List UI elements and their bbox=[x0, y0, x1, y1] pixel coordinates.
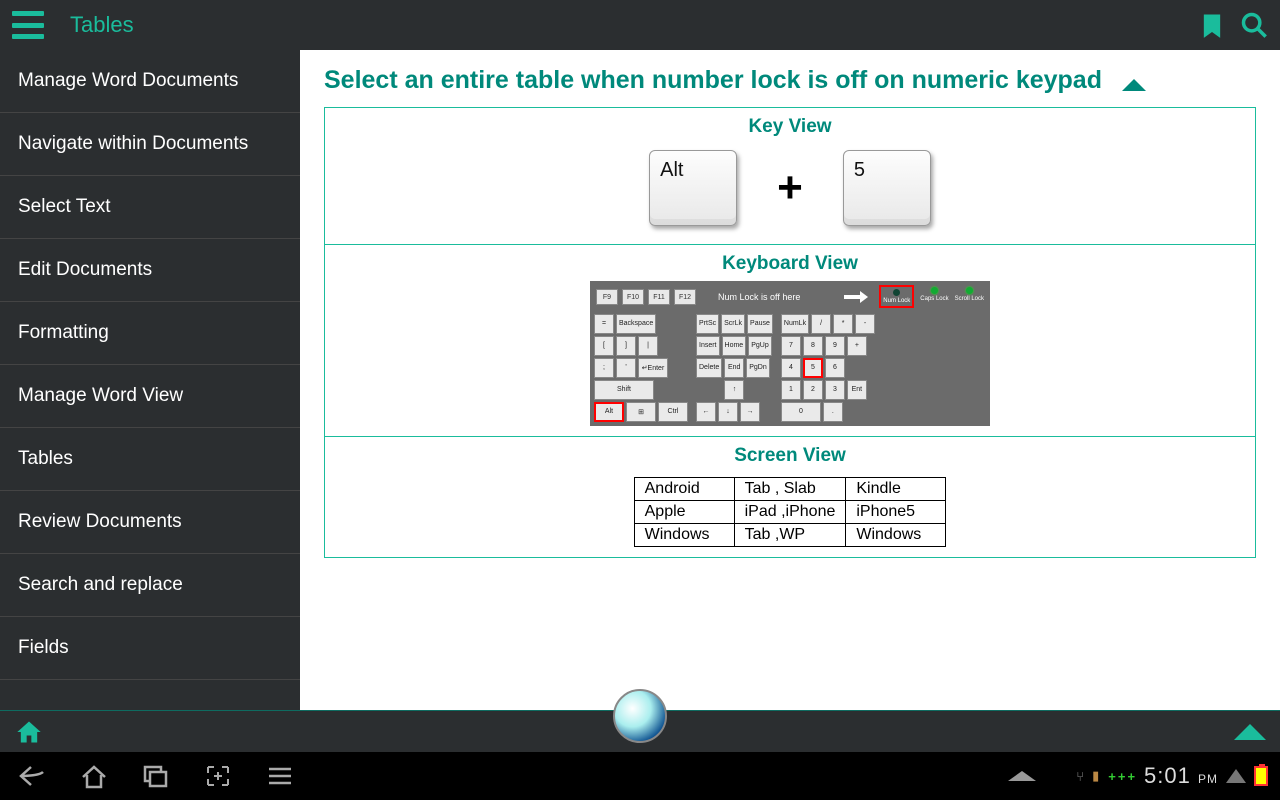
wifi-icon bbox=[1226, 769, 1246, 783]
sidebar-item[interactable]: Manage Word View bbox=[0, 365, 300, 428]
home-button[interactable] bbox=[74, 756, 114, 796]
sd-icon: ▮ bbox=[1092, 768, 1099, 784]
fkey: F12 bbox=[674, 289, 696, 305]
sidebar-item[interactable]: Review Documents bbox=[0, 491, 300, 554]
clock: 5:01 PM bbox=[1144, 763, 1218, 789]
sidebar-item[interactable]: Tables bbox=[0, 428, 300, 491]
fkey: F10 bbox=[622, 289, 644, 305]
keyboard-diagram: F9 F10 F11 F12 Num Lock is off here Num … bbox=[590, 281, 990, 426]
capslock-led: Caps Lock bbox=[920, 287, 948, 308]
fkey: F9 bbox=[596, 289, 618, 305]
numlock-led: Num Lock bbox=[879, 285, 914, 308]
sidebar-item[interactable]: Search and replace bbox=[0, 554, 300, 617]
center-orb-button[interactable] bbox=[613, 689, 667, 743]
system-navbar: ⑂ ▮ +++ 5:01 PM bbox=[0, 752, 1280, 800]
screenshot-button[interactable] bbox=[198, 756, 238, 796]
sidebar-item[interactable]: Formatting bbox=[0, 302, 300, 365]
keyboardview-header: Keyboard View bbox=[325, 245, 1255, 281]
battery-icon bbox=[1254, 766, 1268, 786]
keyview-header: Key View bbox=[325, 108, 1255, 144]
sys-expand-icon[interactable] bbox=[1008, 771, 1036, 781]
collapse-icon[interactable] bbox=[1122, 79, 1146, 91]
fkey: F11 bbox=[648, 289, 670, 305]
bookmark-icon[interactable] bbox=[1198, 11, 1226, 39]
app-bottom-bar bbox=[0, 710, 1280, 752]
recent-apps-button[interactable] bbox=[136, 756, 176, 796]
keycap-alt: Alt bbox=[649, 150, 737, 226]
content-pane: Select an entire table when number lock … bbox=[300, 50, 1280, 710]
sys-menu-button[interactable] bbox=[260, 756, 300, 796]
expand-up-icon[interactable] bbox=[1234, 724, 1266, 740]
sidebar-item[interactable]: Select Text bbox=[0, 176, 300, 239]
arrow-icon bbox=[844, 292, 866, 302]
plus-symbol: + bbox=[777, 163, 803, 213]
content-title: Select an entire table when number lock … bbox=[324, 64, 1102, 97]
home-icon[interactable] bbox=[14, 718, 44, 746]
usb-icon: ⑂ bbox=[1076, 769, 1084, 784]
sidebar-item[interactable]: Edit Documents bbox=[0, 239, 300, 302]
screenview-header: Screen View bbox=[325, 437, 1255, 473]
numlock-note: Num Lock is off here bbox=[718, 292, 800, 302]
sidebar: Manage Word Documents Navigate within Do… bbox=[0, 50, 300, 710]
menu-icon[interactable] bbox=[12, 11, 44, 39]
sidebar-item[interactable]: Navigate within Documents bbox=[0, 113, 300, 176]
scrolllock-led: Scroll Lock bbox=[955, 287, 984, 308]
back-button[interactable] bbox=[12, 756, 52, 796]
page-title: Tables bbox=[70, 12, 134, 38]
signal-plus-icons: +++ bbox=[1107, 769, 1136, 784]
screen-table: AndroidTab , SlabKindle AppleiPad ,iPhon… bbox=[634, 477, 947, 547]
sidebar-item[interactable]: Manage Word Documents bbox=[0, 50, 300, 113]
keycap-5: 5 bbox=[843, 150, 931, 226]
sidebar-item[interactable]: Fields bbox=[0, 617, 300, 680]
search-icon[interactable] bbox=[1240, 11, 1268, 39]
key-alt-highlight: Alt bbox=[594, 402, 624, 422]
key-5-highlight: 5 bbox=[803, 358, 823, 378]
